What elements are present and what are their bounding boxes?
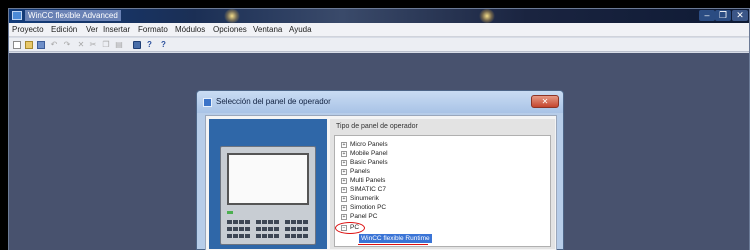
expand-icon[interactable]: + [341,196,347,202]
annotation-circle [335,222,365,234]
menu-ayuda[interactable]: Ayuda [289,25,312,34]
close-button[interactable]: ✕ [732,10,748,21]
save-icon[interactable] [37,41,45,49]
open-folder-icon[interactable] [25,41,33,49]
window-title: WinCC flexible Advanced [25,10,121,21]
delete-icon[interactable]: ✕ [77,41,85,49]
expand-icon[interactable]: + [341,214,347,220]
tree-item-multi-panels[interactable]: + Multi Panels [341,177,385,185]
tree-item-basic-panels[interactable]: + Basic Panels [341,159,388,167]
dialog-body: Tipo de panel de operador + Micro Panels … [205,115,557,250]
paste-icon[interactable]: ▤ [115,41,123,49]
menu-insertar[interactable]: Insertar [103,25,130,34]
new-document-icon[interactable] [13,41,21,49]
redo-icon[interactable]: ↷ [63,41,71,49]
tree-item-simatic-c7[interactable]: + SIMATIC C7 [341,186,386,194]
expand-icon[interactable]: + [341,178,347,184]
tree-item-mobile-panel[interactable]: + Mobile Panel [341,150,388,158]
dialog-app-icon [203,98,212,107]
menu-ventana[interactable]: Ventana [253,25,282,34]
menu-proyecto[interactable]: Proyecto [12,25,44,34]
annotation-underline [358,244,428,245]
menu-ver[interactable]: Ver [86,25,98,34]
help-icon[interactable]: ? [147,41,155,49]
expand-icon[interactable]: + [341,187,347,193]
menu-formato[interactable]: Formato [138,25,168,34]
operator-panel-selection-dialog: Selección del panel de operador ✕ Tipo d… [196,90,564,250]
expand-icon[interactable]: + [341,160,347,166]
expand-icon[interactable]: + [341,142,347,148]
tree-item-panels[interactable]: + Panels [341,168,370,176]
transfer-icon[interactable] [133,41,141,49]
operator-panel-image [220,146,316,245]
expand-icon[interactable]: + [341,151,347,157]
context-help-icon[interactable]: ? [161,41,169,49]
expand-icon[interactable]: + [341,205,347,211]
maximize-button[interactable]: ❐ [715,10,731,21]
expand-icon[interactable]: + [341,169,347,175]
dialog-title: Selección del panel de operador [216,97,331,106]
toolbar: ↶ ↷ ✕ ✂ ❐ ▤ ? ? [9,38,749,52]
copy-icon[interactable]: ❐ [102,41,110,49]
tree-item-panel-pc[interactable]: + Panel PC [341,213,377,221]
title-bar[interactable]: WinCC flexible Advanced – ❐ ✕ [9,9,749,23]
cut-icon[interactable]: ✂ [89,41,97,49]
panel-type-tree[interactable]: + Micro Panels + Mobile Panel + Basic Panel… [334,135,551,247]
menu-edicion[interactable]: Edición [51,25,77,34]
glare-decoration [479,9,495,23]
app-icon [12,11,22,20]
panel-keypad [227,220,309,240]
menu-bar: Proyecto Edición Ver Insertar Formato Mó… [9,23,749,37]
dialog-close-button[interactable]: ✕ [531,95,559,108]
tree-item-wincc-flexible-runtime[interactable]: WinCC flexible Runtime [359,234,432,243]
minimize-button[interactable]: – [699,10,715,21]
tree-item-micro-panels[interactable]: + Micro Panels [341,141,388,149]
undo-icon[interactable]: ↶ [50,41,58,49]
panel-screen [227,153,309,205]
panel-led [227,211,233,214]
panel-preview [209,119,327,249]
panel-type-pane: Tipo de panel de operador + Micro Panels … [330,119,555,249]
tree-item-simotion-pc[interactable]: + Simotion PC [341,204,386,212]
glare-decoration [224,9,240,23]
tree-header: Tipo de panel de operador [336,123,418,130]
menu-modulos[interactable]: Módulos [175,25,205,34]
tree-item-sinumerik[interactable]: + Sinumerik [341,195,379,203]
menu-opciones[interactable]: Opciones [213,25,247,34]
dialog-title-bar[interactable]: Selección del panel de operador ✕ [197,91,563,113]
